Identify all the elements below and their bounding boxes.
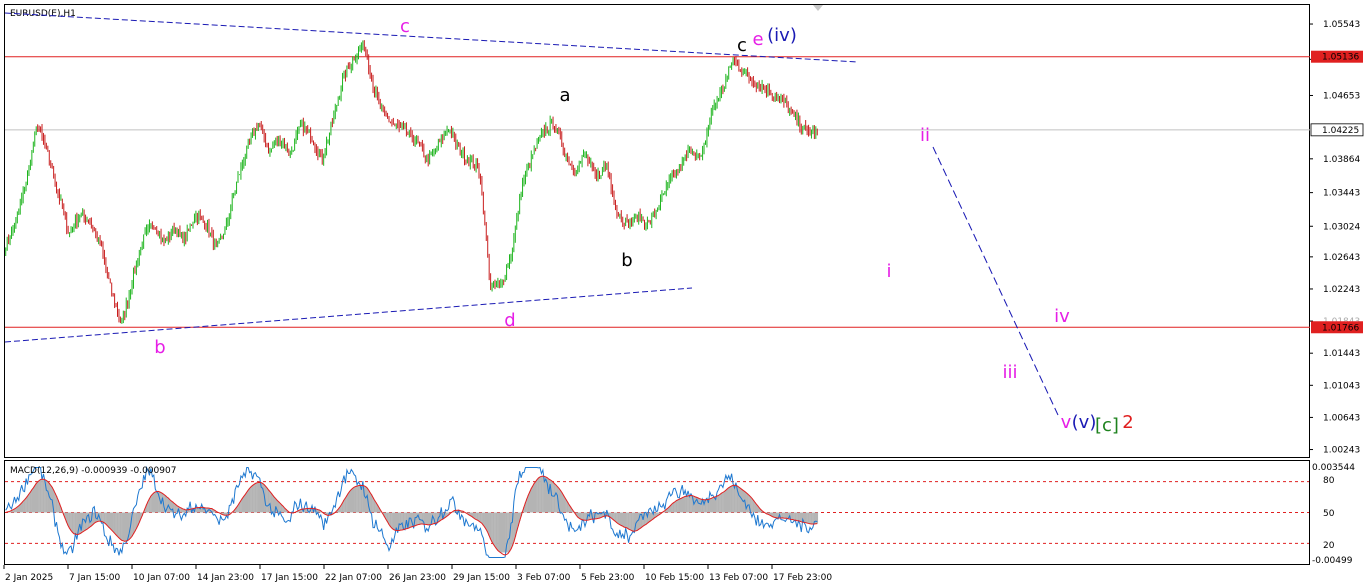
wave-label-a: a — [559, 85, 570, 106]
price-tag-high: 1.05136 — [1311, 50, 1363, 63]
time-label: 17 Jan 15:00 — [261, 573, 318, 583]
main-plot-frame — [4, 4, 1310, 458]
wave-label-e: e — [752, 29, 763, 50]
wave-label-c-black: c — [737, 35, 747, 56]
time-label: 14 Jan 23:00 — [197, 573, 254, 583]
wave-label-c-upper: c — [400, 16, 410, 37]
wave-label-b-lower: b — [154, 337, 165, 358]
price-tag-current-label: 1.04225 — [1322, 126, 1359, 136]
macd-axis-label: 20 — [1323, 541, 1335, 551]
price-tick-label: 1.03443 — [1323, 189, 1360, 199]
wave-label-iv-blue: (iv) — [767, 25, 797, 46]
wave-label-v-blue: (v) — [1072, 412, 1097, 433]
time-label: 29 Jan 15:00 — [453, 573, 510, 583]
chart-root: EURUSD(E),H1 c b d a b c e (iv) ii i iii… — [3, 4, 1364, 583]
wave-label-i: i — [886, 261, 891, 282]
price-tick-label: 1.01443 — [1323, 349, 1360, 359]
macd-title: MACD(12,26,9) -0.000939 -0.000907 — [10, 466, 176, 476]
price-tick-label: 1.03864 — [1323, 155, 1360, 165]
wave-label-2: 2 — [1122, 412, 1133, 433]
time-axis: 2 Jan 2025 7 Jan 15:00 10 Jan 07:00 14 Jan … — [3, 565, 832, 583]
wave-label-c-green: [c] — [1095, 415, 1119, 436]
time-label: 13 Feb 07:00 — [709, 573, 768, 583]
macd-axis-label: -0.00499 — [1312, 556, 1353, 566]
macd-axis-label: 80 — [1323, 476, 1335, 486]
price-tick-label: 1.00243 — [1323, 446, 1360, 456]
time-label: 22 Jan 07:00 — [325, 573, 382, 583]
wave-label-d: d — [504, 310, 515, 331]
wave-label-ii: ii — [920, 125, 930, 146]
wave-label-b-black: b — [621, 250, 632, 271]
time-label: 2 Jan 2025 — [5, 573, 53, 583]
macd-axis-label: 0.003544 — [1312, 463, 1355, 473]
price-tag-low-label: 1.01766 — [1322, 323, 1359, 333]
price-tag-high-label: 1.05136 — [1322, 53, 1359, 63]
price-tick-label: 1.02643 — [1323, 253, 1360, 263]
price-tick-label: 1.01043 — [1323, 381, 1360, 391]
price-tick-label: 1.03024 — [1323, 222, 1360, 232]
wave-label-iii: iii — [1002, 362, 1017, 383]
time-label: 10 Feb 15:00 — [645, 573, 704, 583]
wave-label-v: v — [1061, 412, 1072, 433]
macd-axis-label: 50 — [1323, 509, 1335, 519]
price-tag-low: 1.01766 — [1311, 321, 1363, 334]
time-label: 7 Jan 15:00 — [69, 573, 121, 583]
time-label: 10 Jan 07:00 — [133, 573, 190, 583]
time-label: 26 Jan 23:00 — [389, 573, 446, 583]
time-label: 5 Feb 23:00 — [581, 573, 635, 583]
price-tag-current: 1.04225 — [1310, 123, 1364, 137]
price-axis: 1.055431.051031.046531.038641.034431.030… — [1309, 20, 1360, 456]
time-label: 17 Feb 23:00 — [773, 573, 832, 583]
macd-axis: 0.003544 80 50 20 -0.00499 — [1312, 463, 1355, 566]
time-label: 3 Feb 07:00 — [517, 573, 571, 583]
wave-label-iv: iv — [1054, 306, 1070, 327]
price-tick-label: 1.05543 — [1323, 20, 1360, 30]
price-tick-label: 1.04653 — [1323, 91, 1360, 101]
price-tick-label: 1.02243 — [1323, 285, 1360, 295]
price-tick-label: 1.00643 — [1323, 413, 1360, 423]
